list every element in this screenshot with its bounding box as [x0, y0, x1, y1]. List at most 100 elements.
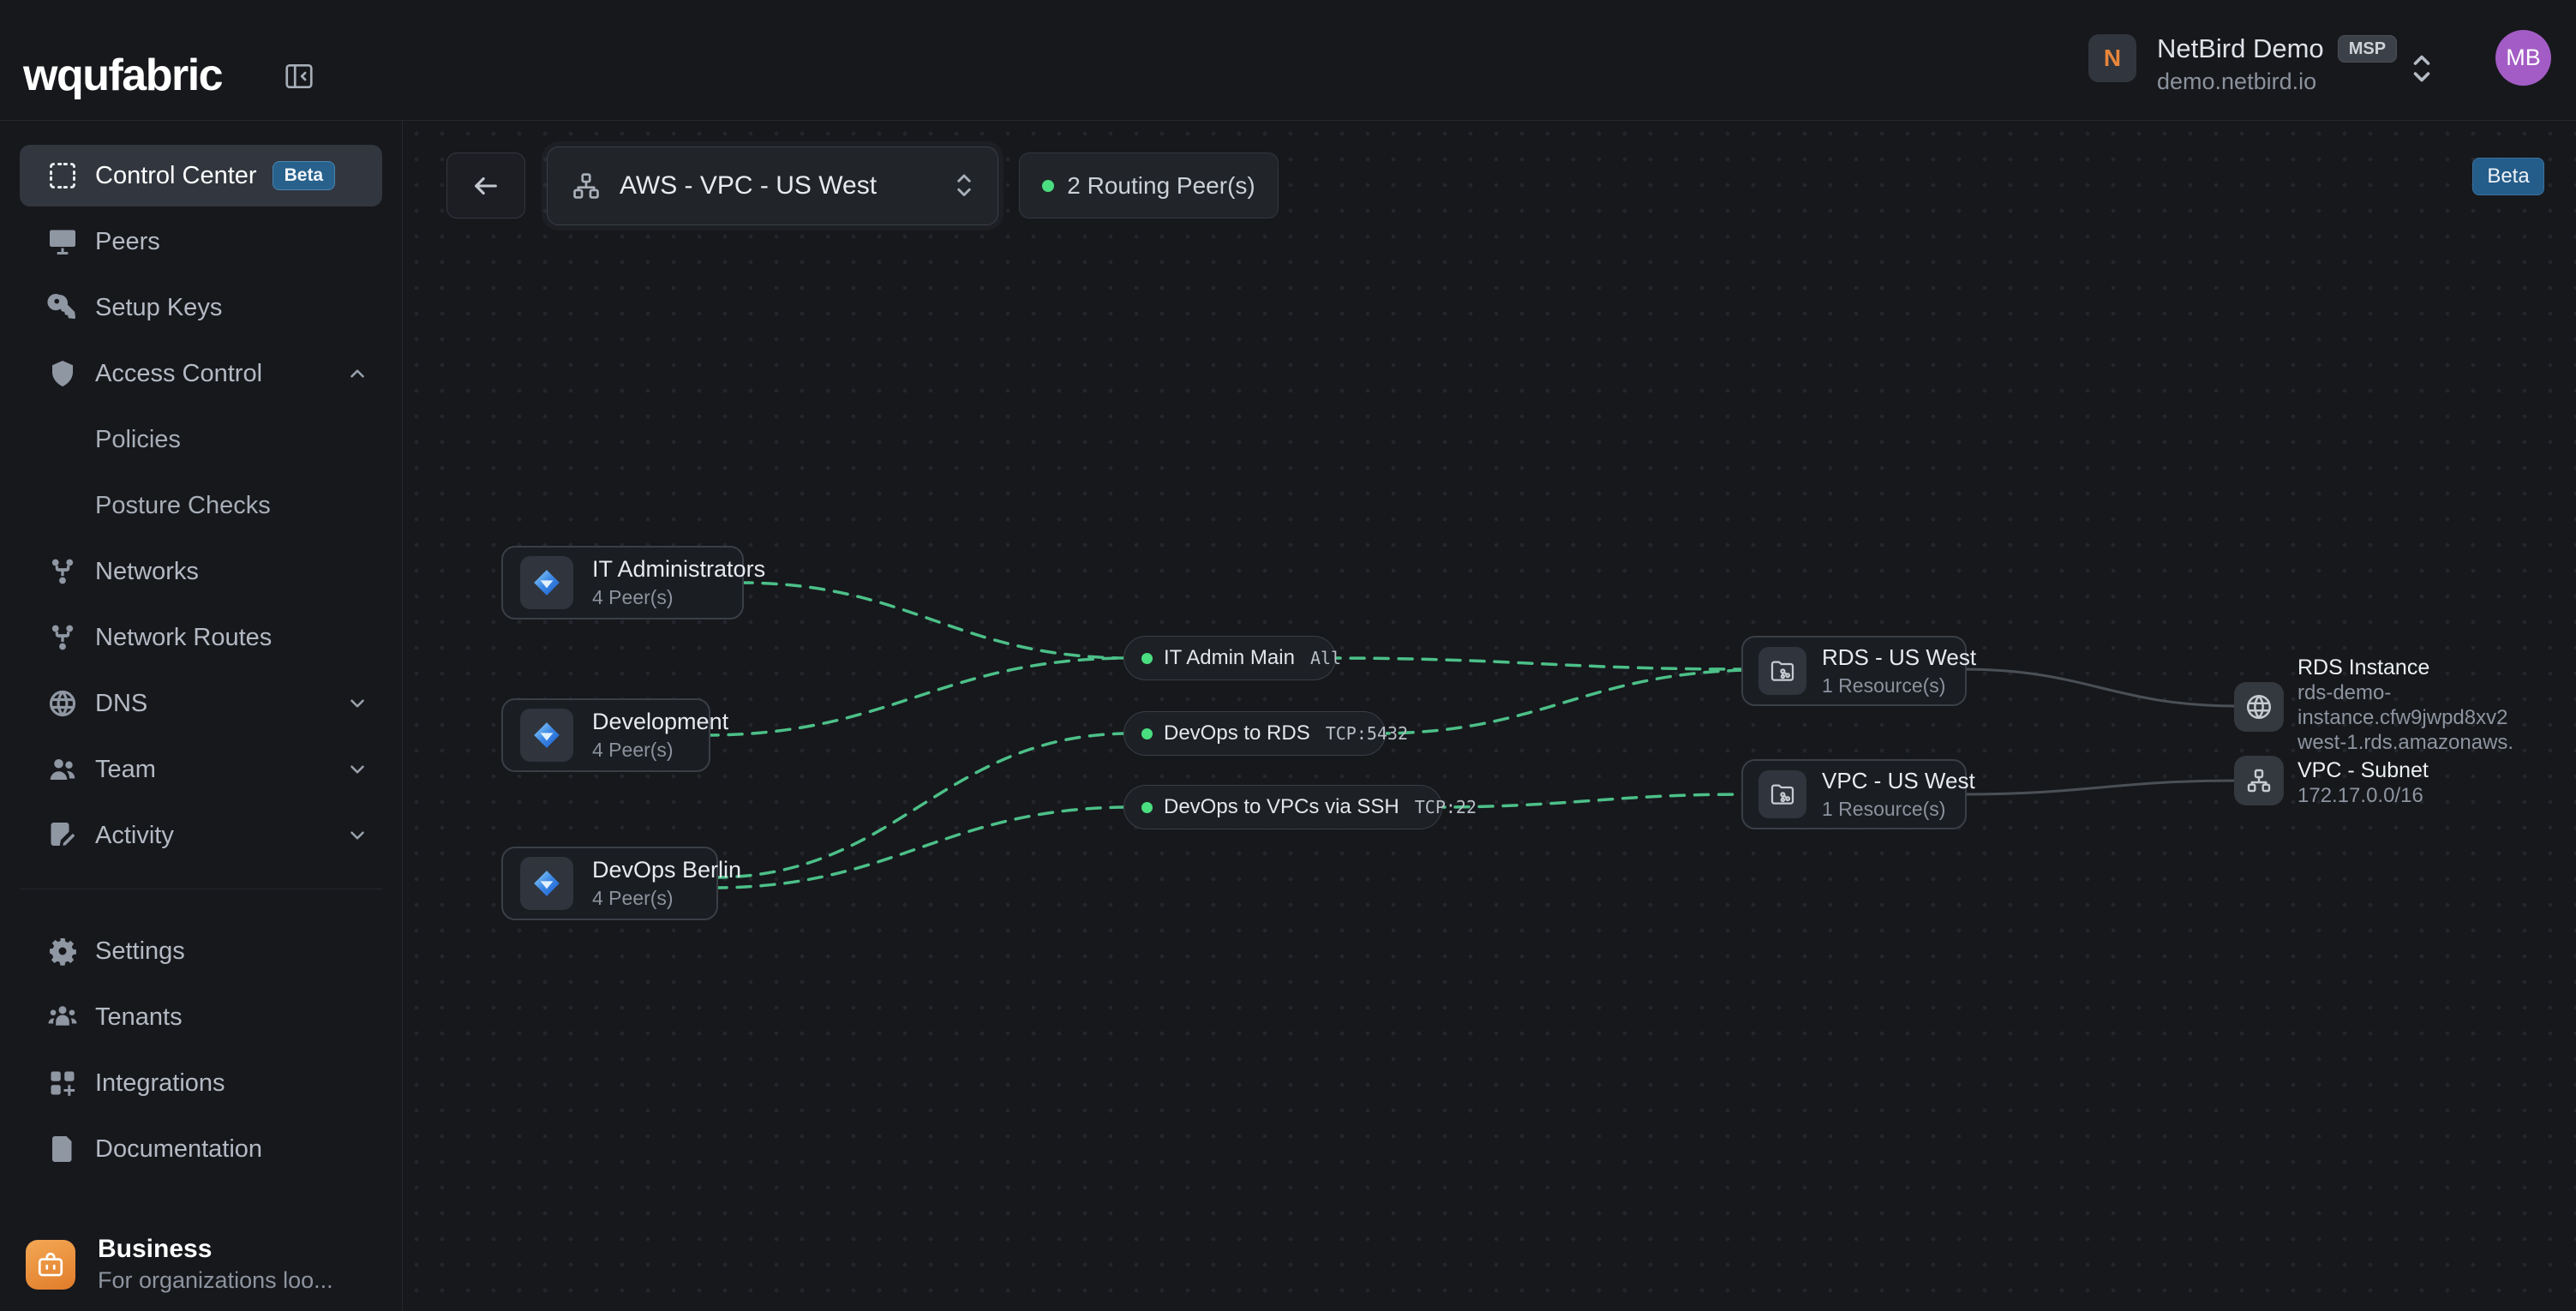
sidebar-item-label: Access Control: [95, 360, 262, 388]
resource-count: 1 Resource(s): [1822, 798, 1975, 821]
sidebar-item-label: Control Center: [95, 162, 257, 190]
sidebar-item-label: Networks: [95, 558, 199, 586]
policy-node-devops-to-rds[interactable]: DevOps to RDS TCP:5432: [1123, 711, 1386, 756]
peer-group-icon: [520, 556, 573, 609]
sidebar-item-posture-checks[interactable]: Posture Checks: [20, 475, 382, 536]
chevron-up-down-icon: [951, 167, 977, 205]
sidebar-item-label: Posture Checks: [95, 492, 271, 520]
resource-count: 1 Resource(s): [1822, 674, 1976, 697]
group-node-it-administrators[interactable]: IT Administrators 4 Peer(s): [501, 546, 744, 620]
top-bar: wqufabric N NetBird Demo MSP demo.netbir…: [0, 0, 2576, 121]
sidebar-item-activity[interactable]: Activity: [20, 805, 382, 866]
sidebar-item-integrations[interactable]: Integrations: [20, 1052, 382, 1114]
arrow-left-icon: [471, 171, 500, 201]
policy-node-it-admin-main[interactable]: IT Admin Main All: [1123, 636, 1336, 680]
chevron-down-icon: [346, 692, 368, 715]
sidebar-item-label: Tenants: [95, 1003, 183, 1032]
group-peer-count: 4 Peer(s): [592, 739, 728, 762]
routing-peers-button[interactable]: 2 Routing Peer(s): [1019, 153, 1279, 218]
document-icon: [47, 1134, 78, 1164]
sidebar-item-peers[interactable]: Peers: [20, 211, 382, 272]
msp-badge: MSP: [2338, 35, 2397, 63]
tenant-domain: demo.netbird.io: [2157, 69, 2397, 95]
box-select-icon: [47, 160, 78, 191]
users-icon: [47, 754, 78, 785]
brand-logo: wqufabric: [23, 50, 222, 101]
group-name: DevOps Berlin: [592, 857, 741, 883]
briefcase-icon: [26, 1240, 75, 1290]
subnet-icon[interactable]: [2234, 756, 2284, 805]
sidebar-item-label: Activity: [95, 822, 174, 850]
sidebar-item-documentation[interactable]: Documentation: [20, 1118, 382, 1180]
policy-port: TCP:22: [1399, 797, 1492, 817]
globe-icon: [47, 688, 78, 719]
endpoint-address-line: west-1.rds.amazonaws.: [2297, 730, 2512, 755]
status-dot-green: [1042, 180, 1054, 192]
blocks-plus-icon: [47, 1068, 78, 1098]
sidebar-item-label: Peers: [95, 228, 160, 256]
sidebar-collapse-icon[interactable]: [283, 60, 315, 93]
policy-name: DevOps to VPCs via SSH: [1164, 795, 1399, 819]
resource-name: VPC - US West: [1822, 768, 1975, 794]
globe-icon[interactable]: [2234, 682, 2284, 732]
sidebar-item-label: DNS: [95, 690, 147, 718]
business-subtitle: For organizations loo...: [98, 1267, 333, 1294]
policy-name: IT Admin Main: [1164, 646, 1295, 670]
sidebar-item-settings[interactable]: Settings: [20, 920, 382, 982]
policy-name: DevOps to RDS: [1164, 721, 1310, 745]
sidebar-item-dns[interactable]: DNS: [20, 673, 382, 734]
shield-icon: [47, 358, 78, 389]
group-node-development[interactable]: Development 4 Peer(s): [501, 698, 710, 772]
resource-node-rds-us-west[interactable]: RDS - US West 1 Resource(s): [1741, 636, 1967, 706]
group-peer-count: 4 Peer(s): [592, 586, 765, 609]
business-title: Business: [98, 1235, 333, 1264]
sidebar-item-label: Settings: [95, 937, 185, 966]
sidebar-item-label: Setup Keys: [95, 294, 222, 322]
endpoint-address-line: rds-demo-: [2297, 680, 2512, 705]
endpoint-rds-instance: RDS Instance rds-demo- instance.cfw9jwpd…: [2297, 655, 2512, 755]
endpoint-cidr: 172.17.0.0/16: [2297, 783, 2512, 808]
sidebar-item-label: Integrations: [95, 1069, 225, 1098]
sidebar-item-label: Documentation: [95, 1135, 262, 1164]
chevron-down-icon: [346, 824, 368, 847]
sidebar: Control Center Beta Peers Setup Keys Ac: [0, 121, 403, 1311]
gear-icon: [47, 936, 78, 967]
group-name: IT Administrators: [592, 556, 765, 583]
sidebar-item-control-center[interactable]: Control Center Beta: [20, 145, 382, 207]
tenant-switcher-chevron-icon[interactable]: [2406, 48, 2437, 89]
business-upgrade-card[interactable]: Business For organizations loo...: [26, 1235, 333, 1294]
sidebar-item-label: Policies: [95, 426, 181, 454]
policy-status-dot: [1141, 728, 1153, 739]
policy-status-dot: [1141, 653, 1153, 664]
sitemap-icon: [572, 171, 601, 201]
sidebar-item-team[interactable]: Team: [20, 739, 382, 800]
policy-port: TCP:5432: [1310, 723, 1423, 744]
beta-badge: Beta: [273, 161, 336, 190]
sidebar-item-tenants[interactable]: Tenants: [20, 986, 382, 1048]
group-name: Development: [592, 709, 728, 735]
network-branch-icon: [47, 556, 78, 587]
endpoint-title: VPC - Subnet: [2297, 757, 2512, 783]
sidebar-item-networks[interactable]: Networks: [20, 541, 382, 602]
app-window: wqufabric N NetBird Demo MSP demo.netbir…: [0, 0, 2576, 1311]
endpoint-title: RDS Instance: [2297, 655, 2512, 680]
resource-node-vpc-us-west[interactable]: VPC - US West 1 Resource(s): [1741, 759, 1967, 829]
group-node-devops-berlin[interactable]: DevOps Berlin 4 Peer(s): [501, 847, 718, 920]
back-button[interactable]: [446, 153, 525, 218]
sidebar-item-label: Team: [95, 756, 156, 784]
routing-peers-label: 2 Routing Peer(s): [1067, 172, 1255, 200]
policy-status-dot: [1141, 802, 1153, 813]
sidebar-item-network-routes[interactable]: Network Routes: [20, 607, 382, 668]
folder-network-icon: [1758, 770, 1806, 818]
resource-name: RDS - US West: [1822, 644, 1976, 671]
policy-node-devops-to-vpcs-via-ssh[interactable]: DevOps to VPCs via SSH TCP:22: [1123, 785, 1442, 829]
endpoint-address-line: instance.cfw9jwpd8xv2: [2297, 705, 2512, 730]
sidebar-item-setup-keys[interactable]: Setup Keys: [20, 277, 382, 338]
user-avatar[interactable]: MB: [2495, 30, 2551, 86]
sidebar-item-label: Network Routes: [95, 624, 272, 652]
sidebar-item-access-control[interactable]: Access Control: [20, 343, 382, 404]
sidebar-item-policies[interactable]: Policies: [20, 409, 382, 470]
endpoint-vpc-subnet: VPC - Subnet 172.17.0.0/16: [2297, 757, 2512, 808]
tenant-switcher[interactable]: N NetBird Demo MSP demo.netbird.io: [2088, 34, 2397, 95]
network-selector-dropdown[interactable]: AWS - VPC - US West: [547, 147, 998, 225]
